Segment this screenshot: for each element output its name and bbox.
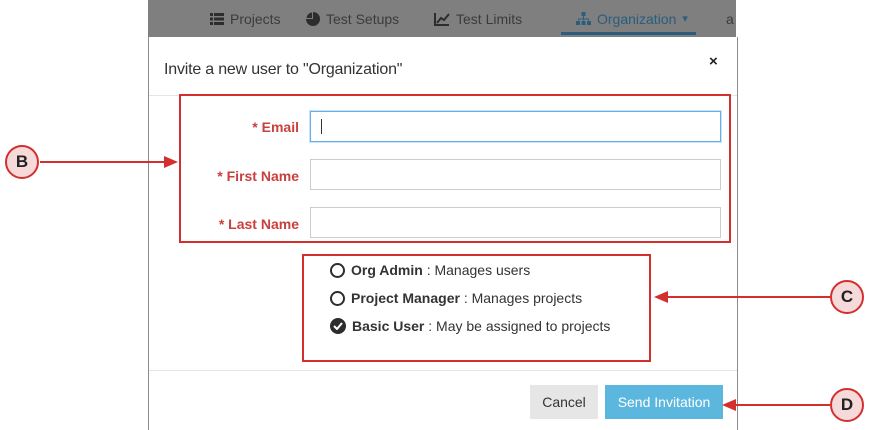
arrow-head-icon bbox=[654, 291, 668, 303]
arrow-head-icon bbox=[164, 156, 178, 168]
callout-b: B bbox=[5, 145, 39, 179]
callout-c: C bbox=[830, 280, 864, 314]
callout-d: D bbox=[830, 388, 864, 422]
annotation-arrows bbox=[40, 156, 830, 411]
arrow-head-icon bbox=[722, 399, 736, 411]
